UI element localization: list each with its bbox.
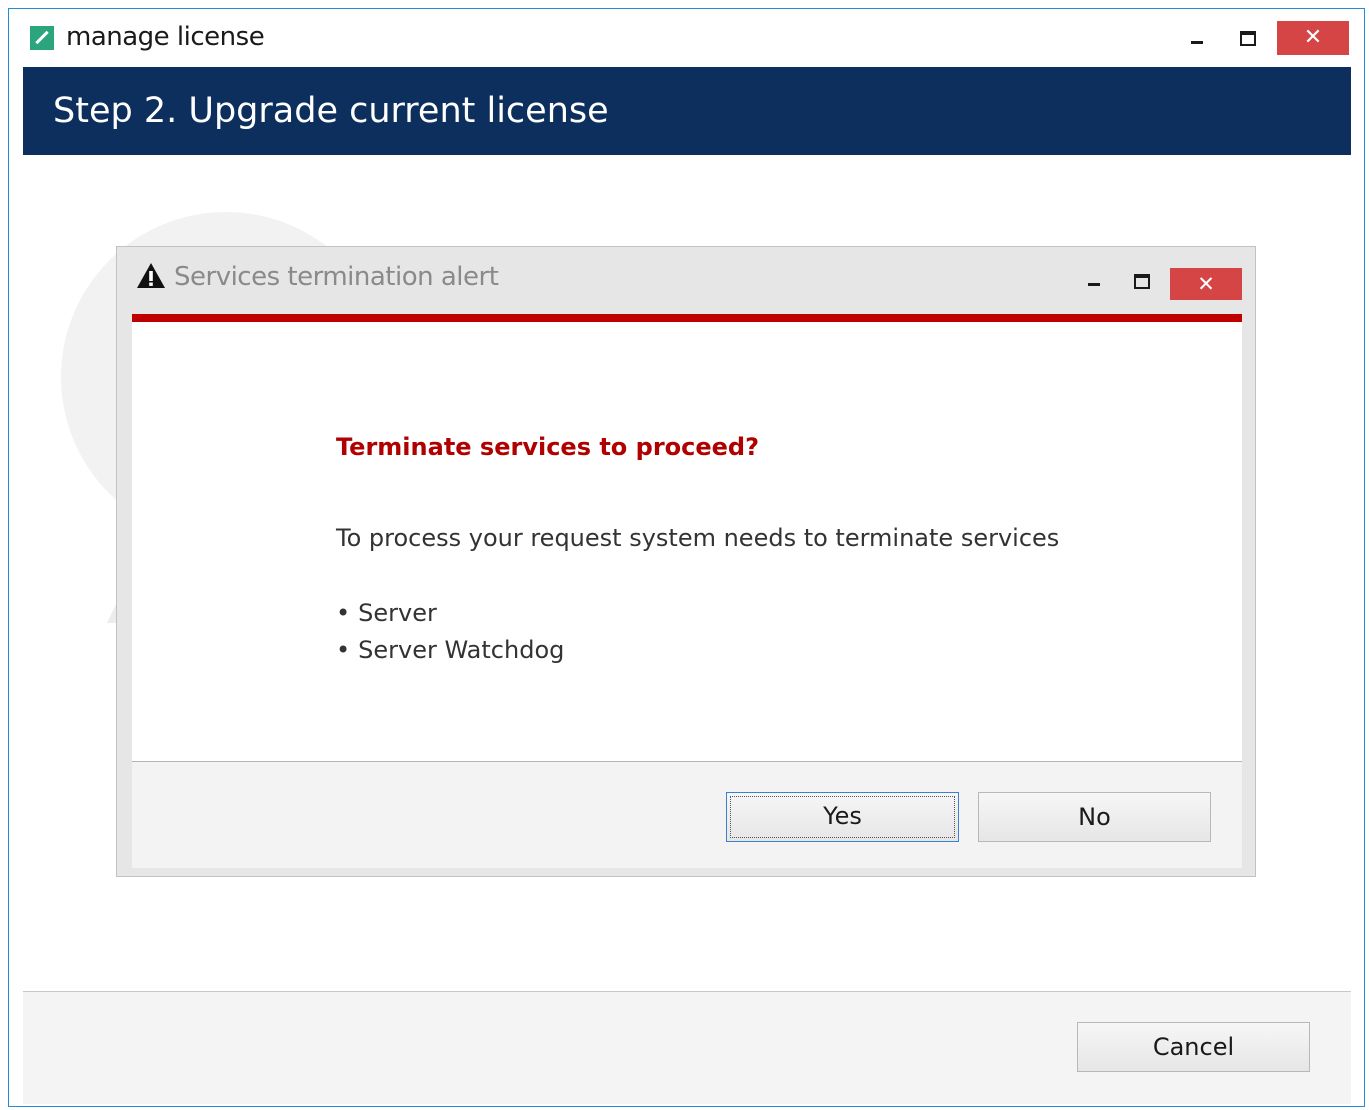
alert-heading: Terminate services to proceed? (336, 433, 760, 461)
service-item: Server Watchdog (336, 632, 564, 669)
dialog-minimize-button[interactable] (1079, 267, 1109, 297)
minimize-button[interactable] (1174, 21, 1220, 55)
warning-icon (137, 263, 165, 288)
maximize-button[interactable] (1224, 21, 1270, 55)
no-button[interactable]: No (978, 792, 1211, 842)
step-title: Step 2. Upgrade current license (53, 91, 609, 131)
service-item: Server (336, 595, 564, 632)
license-app-icon (30, 26, 54, 50)
dialog-title: Services termination alert (174, 262, 499, 292)
alert-message: To process your request system needs to … (336, 524, 1060, 552)
step-header: Step 2. Upgrade current license (23, 67, 1351, 155)
cancel-button[interactable]: Cancel (1077, 1022, 1310, 1072)
window-title: manage license (66, 22, 265, 52)
dialog-maximize-button[interactable] (1127, 267, 1157, 297)
dialog-titlebar[interactable]: Services termination alert ✕ (117, 247, 1255, 315)
window-titlebar[interactable]: manage license ✕ (9, 9, 1364, 66)
yes-button[interactable]: Yes (726, 792, 959, 842)
service-list: Server Server Watchdog (336, 595, 564, 669)
manage-license-window: manage license ✕ Step 2. Upgrade current… (8, 8, 1365, 1107)
close-button[interactable]: ✕ (1277, 21, 1349, 55)
services-termination-dialog: Services termination alert ✕ Terminate s… (116, 246, 1256, 877)
alert-accent-bar (132, 314, 1242, 322)
dialog-close-button[interactable]: ✕ (1170, 268, 1242, 300)
